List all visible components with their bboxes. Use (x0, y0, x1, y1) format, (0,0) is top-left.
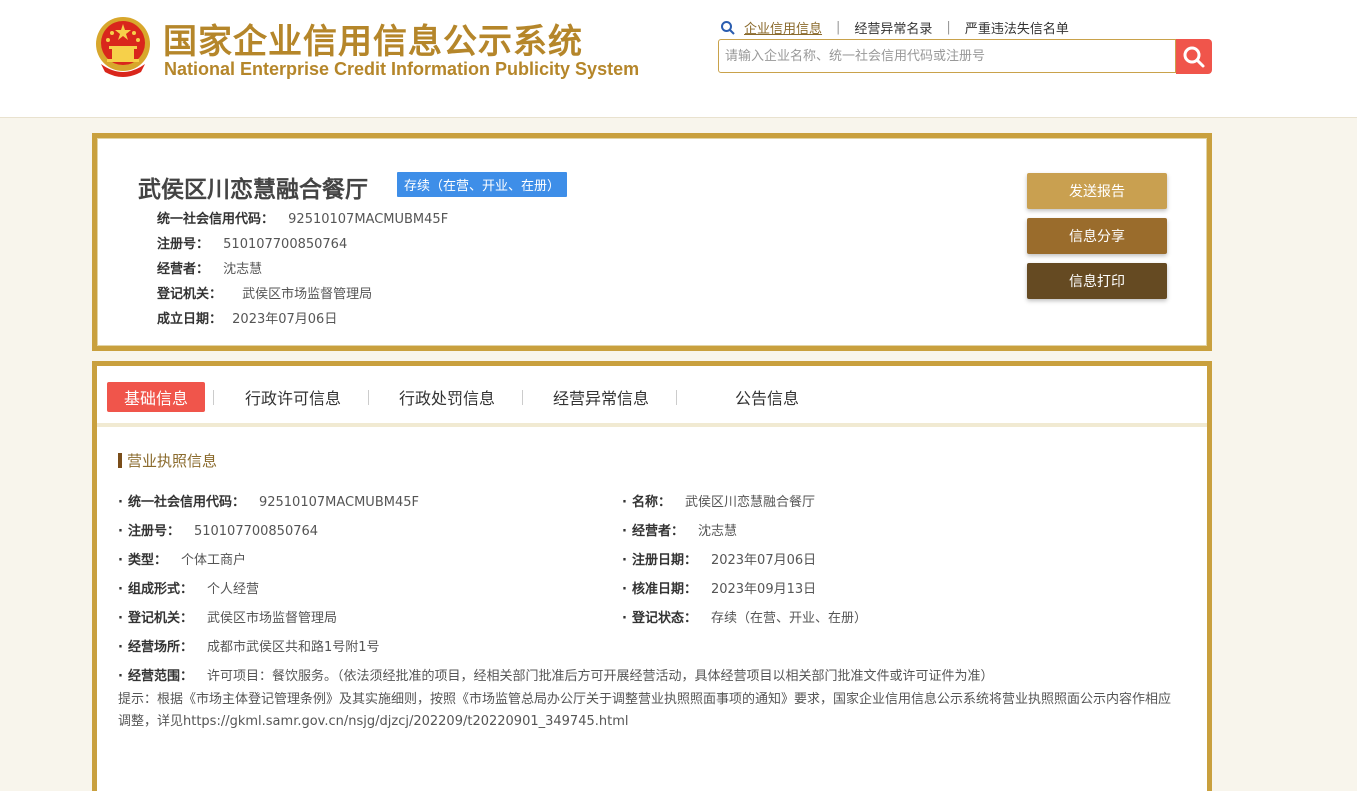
field-label: 注册号： (157, 237, 210, 252)
summary-row-authority: 登记机关： 武侯区市场监督管理局 (157, 283, 372, 302)
field-value: 个体工商户 (180, 553, 246, 568)
field-label: 登记机关： (157, 287, 223, 302)
field-label: 登记机关： (127, 611, 193, 626)
search-button[interactable] (1176, 39, 1212, 74)
tab-basic-info[interactable]: 基础信息 (107, 382, 205, 412)
field-name: · 名称： 武侯区川恋慧融合餐厅 (622, 491, 815, 510)
nav-link-abnormal-list[interactable]: 经营异常名录 (854, 18, 932, 37)
bullet: · (118, 669, 123, 684)
field-label: 经营者： (157, 262, 210, 277)
tab-divider (213, 390, 214, 405)
field-operator: · 经营者： 沈志慧 (622, 520, 737, 539)
company-summary-card: 武侯区川恋慧融合餐厅 存续（在营、开业、在册） 统一社会信用代码： 925101… (92, 133, 1212, 351)
bullet: · (118, 524, 123, 539)
field-value: 510107700850764 (223, 237, 348, 252)
tab-divider (676, 390, 677, 405)
field-value: 92510107MACMUBM45F (288, 212, 449, 227)
field-value: 510107700850764 (193, 524, 319, 539)
bullet: · (622, 582, 627, 597)
field-label: 注册日期： (631, 553, 697, 568)
bullet: · (622, 611, 627, 626)
search-icon (1183, 46, 1205, 67)
field-type: · 类型： 个体工商户 (118, 549, 246, 568)
field-label: 注册号： (127, 524, 180, 539)
tab-divider (522, 390, 523, 405)
site-title-en: National Enterprise Credit Information P… (164, 59, 640, 79)
nav-link-enterprise-credit[interactable]: 企业信用信息 (744, 18, 822, 37)
field-authority: · 登记机关： 武侯区市场监督管理局 (118, 607, 337, 626)
tab-bar: 基础信息 行政许可信息 行政处罚信息 经营异常信息 公告信息 (97, 366, 1207, 427)
bullet: · (118, 553, 123, 568)
tab-abnormal-info[interactable]: 经营异常信息 (541, 382, 661, 412)
section-title-license: 营业执照信息 (118, 450, 217, 471)
field-label: 名称： (631, 495, 671, 510)
field-value: 2023年07月06日 (232, 312, 338, 327)
bullet: · (118, 611, 123, 626)
field-value: 存续（在营、开业、在册） (710, 611, 867, 626)
bullet: · (622, 495, 627, 510)
field-value: 个人经营 (206, 582, 259, 597)
field-label: 统一社会信用代码： (157, 212, 275, 227)
field-value: 2023年09月13日 (710, 582, 817, 597)
field-reg-date: · 注册日期： 2023年07月06日 (622, 549, 816, 568)
field-label: 登记状态： (631, 611, 697, 626)
print-info-button[interactable]: 信息打印 (1027, 263, 1167, 299)
field-premises: · 经营场所： 成都市武侯区共和路1号附1号 (118, 636, 380, 655)
company-name: 武侯区川恋慧融合餐厅 (138, 177, 368, 203)
top-nav: 企业信用信息 | 经营异常名录 | 严重违法失信名单 (720, 18, 1069, 37)
send-report-button[interactable]: 发送报告 (1027, 173, 1167, 209)
nav-link-blacklist[interactable]: 严重违法失信名单 (965, 18, 1069, 37)
search-input[interactable] (719, 40, 1171, 72)
summary-row-reg-no: 注册号： 510107700850764 (157, 233, 347, 252)
notice-text: 提示：根据《市场主体登记管理条例》及其实施细则，按照《市场监管总局办公厅关于调整… (118, 692, 1172, 729)
bullet: · (118, 582, 123, 597)
search-icon (721, 20, 735, 35)
tab-admin-license[interactable]: 行政许可信息 (233, 382, 353, 412)
field-label: 核准日期： (631, 582, 697, 597)
field-reg-no: · 注册号： 510107700850764 (118, 520, 318, 539)
field-value: 许可项目：餐饮服务。（依法须经批准的项目，经相关部门批准后方可开展经营活动，具体… (206, 669, 994, 684)
field-credit-code: · 统一社会信用代码： 92510107MACMUBM45F (118, 491, 419, 510)
site-header: 国家企业信用信息公示系统 National Enterprise Credit … (0, 0, 1357, 118)
share-info-button[interactable]: 信息分享 (1027, 218, 1167, 254)
nav-divider: | (946, 20, 951, 35)
summary-row-founded: 成立日期： 2023年07月06日 (157, 308, 337, 327)
field-label: 组成形式： (127, 582, 193, 597)
field-label: 经营者： (631, 524, 684, 539)
bullet: · (118, 495, 123, 510)
field-value: 2023年07月06日 (710, 553, 817, 568)
field-value: 成都市武侯区共和路1号附1号 (206, 640, 380, 655)
field-label: 成立日期： (157, 312, 223, 327)
status-badge: 存续（在营、开业、在册） (397, 172, 568, 197)
bullet: · (118, 640, 123, 655)
field-value: 武侯区市场监督管理局 (242, 287, 373, 302)
field-value: 沈志慧 (223, 262, 263, 277)
national-emblem-icon (96, 17, 150, 77)
field-scope: · 经营范围： 许可项目：餐饮服务。（依法须经批准的项目，经相关部门批准后方可开展经… (118, 665, 993, 684)
field-value: 武侯区川恋慧融合餐厅 (684, 495, 815, 510)
tab-divider (368, 390, 369, 405)
search-box (718, 39, 1176, 73)
field-composition: · 组成形式： 个人经营 (118, 578, 259, 597)
field-value: 92510107MACMUBM45F (258, 495, 419, 510)
field-reg-status: · 登记状态： 存续（在营、开业、在册） (622, 607, 867, 626)
site-title-cn: 国家企业信用信息公示系统 (163, 22, 583, 62)
bullet: · (622, 553, 627, 568)
field-label: 经营范围： (127, 669, 193, 684)
tab-admin-penalty[interactable]: 行政处罚信息 (387, 382, 507, 412)
tab-announcement[interactable]: 公告信息 (717, 382, 817, 412)
field-label: 统一社会信用代码： (127, 495, 245, 510)
detail-card: 基础信息 行政许可信息 行政处罚信息 经营异常信息 公告信息 营业执照信息 · 统… (92, 361, 1212, 791)
field-label: 类型： (127, 553, 167, 568)
bullet: · (622, 524, 627, 539)
field-value: 沈志慧 (697, 524, 737, 539)
section-title-text: 营业执照信息 (127, 452, 218, 470)
nav-divider: | (836, 20, 841, 35)
field-value: 武侯区市场监督管理局 (206, 611, 337, 626)
summary-row-credit-code: 统一社会信用代码： 92510107MACMUBM45F (157, 208, 448, 227)
field-approval-date: · 核准日期： 2023年09月13日 (622, 578, 816, 597)
field-label: 经营场所： (127, 640, 193, 655)
summary-row-operator: 经营者： 沈志慧 (157, 258, 262, 277)
section-marker (118, 453, 122, 468)
